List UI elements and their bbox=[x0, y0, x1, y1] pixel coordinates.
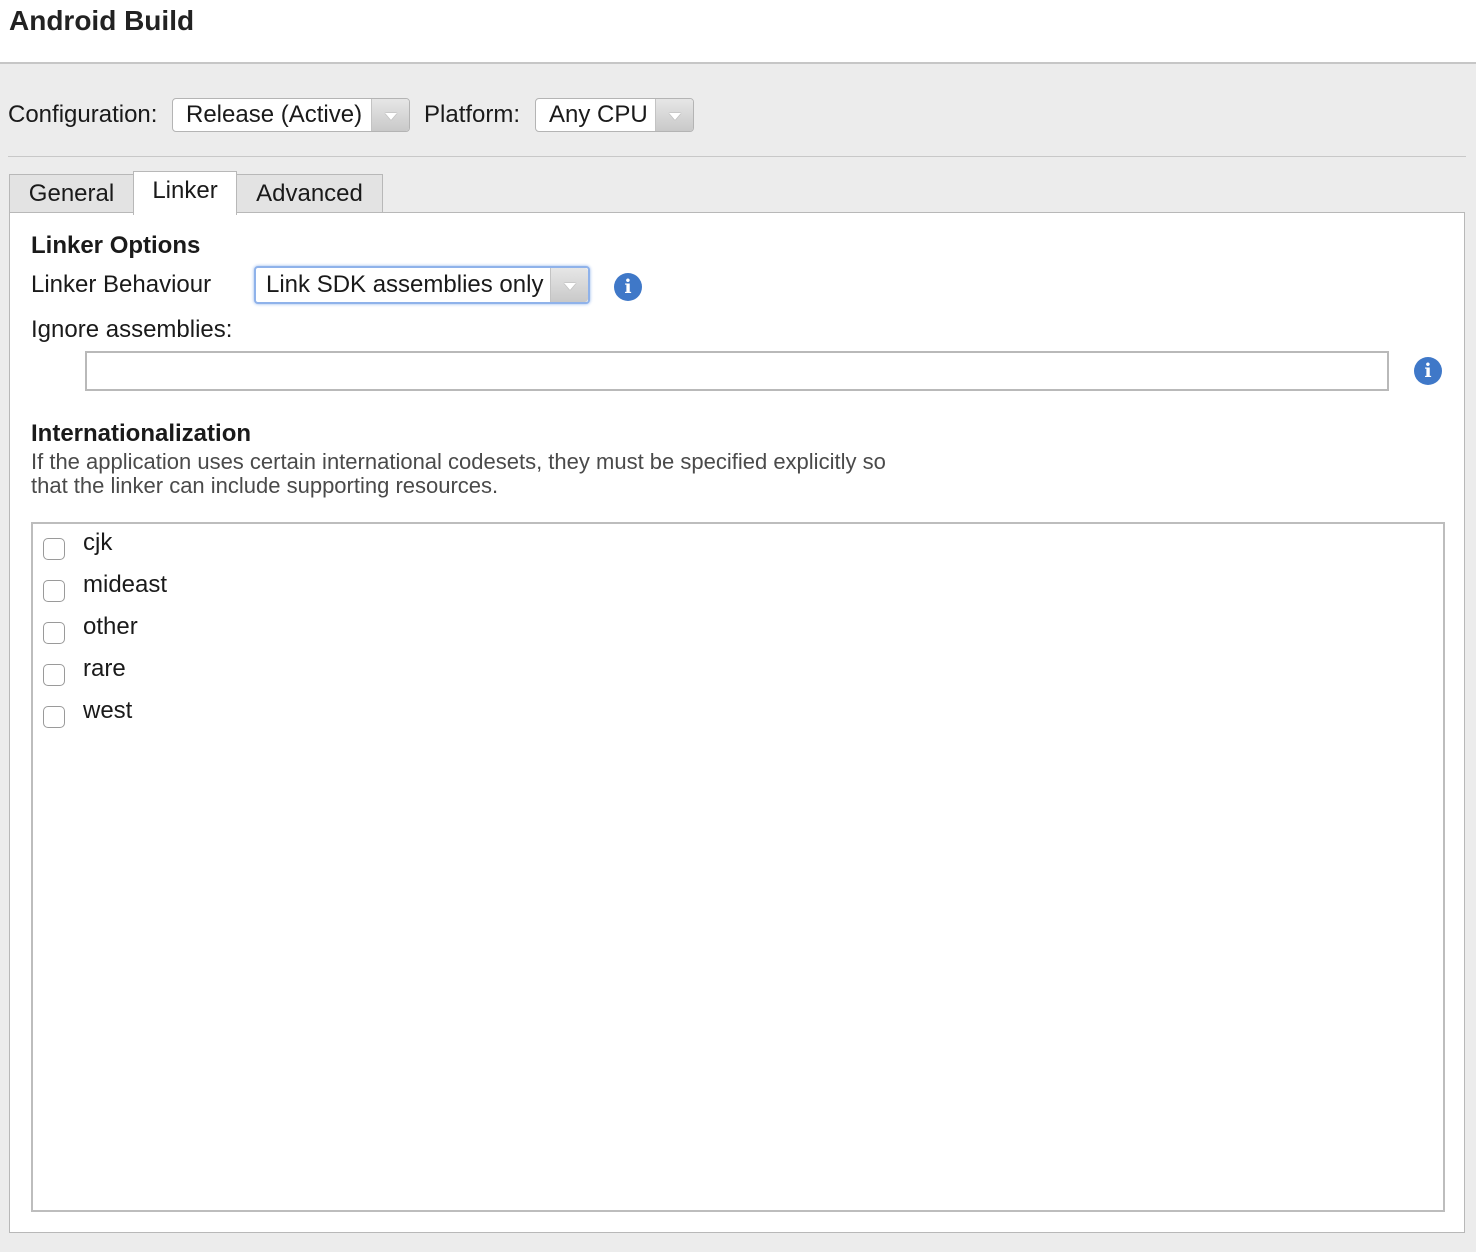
tab-advanced[interactable]: Advanced bbox=[236, 174, 383, 213]
ignore-assemblies-label: Ignore assemblies: bbox=[31, 316, 233, 343]
codeset-label: cjk bbox=[83, 529, 113, 556]
codeset-item-rare[interactable]: rare bbox=[43, 654, 443, 688]
configuration-dropdown[interactable]: Release (Active) bbox=[172, 98, 410, 132]
codeset-label: west bbox=[83, 697, 133, 724]
linker-behaviour-value: Link SDK assemblies only bbox=[266, 271, 544, 298]
checkbox[interactable] bbox=[43, 538, 65, 560]
codeset-item-west[interactable]: west bbox=[43, 696, 443, 730]
configuration-value: Release (Active) bbox=[186, 101, 363, 128]
checkbox[interactable] bbox=[43, 664, 65, 686]
info-icon[interactable]: i bbox=[614, 273, 642, 301]
linker-options-heading: Linker Options bbox=[31, 232, 201, 259]
codeset-list: cjk mideast other rare west bbox=[31, 522, 1445, 1212]
platform-dropdown[interactable]: Any CPU bbox=[535, 98, 694, 132]
platform-value: Any CPU bbox=[549, 101, 648, 128]
info-icon[interactable]: i bbox=[1414, 357, 1442, 385]
codeset-item-mideast[interactable]: mideast bbox=[43, 570, 443, 604]
codeset-item-other[interactable]: other bbox=[43, 612, 443, 646]
codeset-label: rare bbox=[83, 655, 126, 682]
chevron-down-icon bbox=[550, 268, 588, 302]
codeset-label: mideast bbox=[83, 571, 168, 598]
chevron-down-icon bbox=[655, 99, 693, 131]
linker-behaviour-dropdown[interactable]: Link SDK assemblies only bbox=[254, 266, 590, 304]
tab-linker[interactable]: Linker bbox=[133, 171, 237, 215]
configuration-row: Configuration: Release (Active) Platform… bbox=[0, 97, 1476, 135]
internationalization-heading: Internationalization bbox=[31, 420, 252, 447]
linker-behaviour-label: Linker Behaviour bbox=[31, 271, 212, 298]
configuration-label: Configuration: bbox=[8, 101, 158, 128]
codeset-label: other bbox=[83, 613, 138, 640]
checkbox[interactable] bbox=[43, 622, 65, 644]
internationalization-description-line2: that the linker can include supporting r… bbox=[31, 473, 499, 498]
platform-label: Platform: bbox=[424, 101, 521, 128]
internationalization-description-line1: If the application uses certain internat… bbox=[31, 449, 886, 474]
chevron-down-icon bbox=[371, 99, 409, 131]
page-title: Android Build bbox=[9, 5, 195, 36]
ignore-assemblies-input[interactable] bbox=[85, 351, 1389, 391]
title-bar: Android Build bbox=[0, 0, 1476, 64]
checkbox[interactable] bbox=[43, 706, 65, 728]
tab-general[interactable]: General bbox=[9, 174, 134, 213]
codeset-item-cjk[interactable]: cjk bbox=[43, 528, 443, 562]
linker-panel: Linker Options Linker Behaviour Link SDK… bbox=[9, 212, 1465, 1233]
divider bbox=[8, 156, 1466, 157]
checkbox[interactable] bbox=[43, 580, 65, 602]
